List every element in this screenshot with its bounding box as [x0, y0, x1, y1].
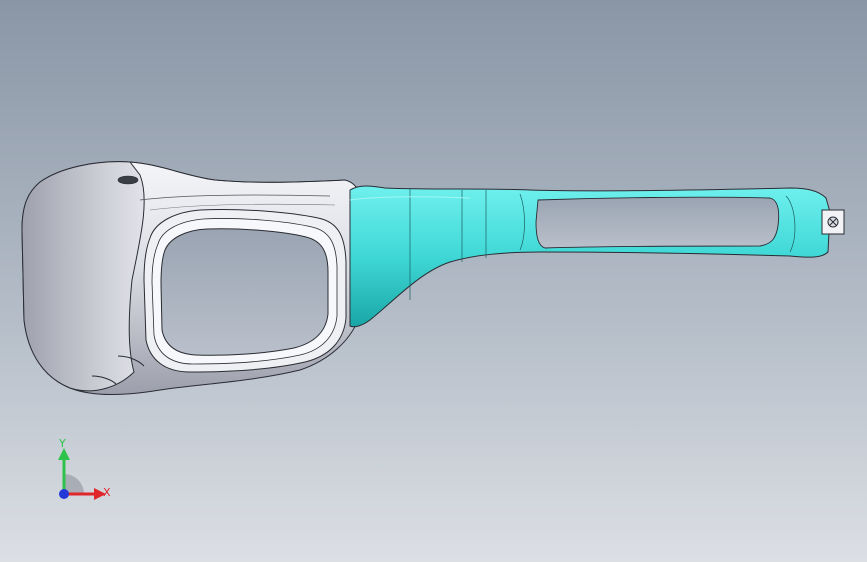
graphics-viewport[interactable]: Y X — [0, 0, 867, 562]
x-axis-label: X — [103, 486, 111, 499]
model-scene[interactable] — [0, 0, 867, 562]
triad-icon — [58, 448, 106, 500]
frame-body — [21, 161, 362, 396]
z-axis — [59, 489, 69, 499]
y-axis-label: Y — [59, 437, 66, 450]
coordinate-triad: Y X — [40, 436, 130, 516]
